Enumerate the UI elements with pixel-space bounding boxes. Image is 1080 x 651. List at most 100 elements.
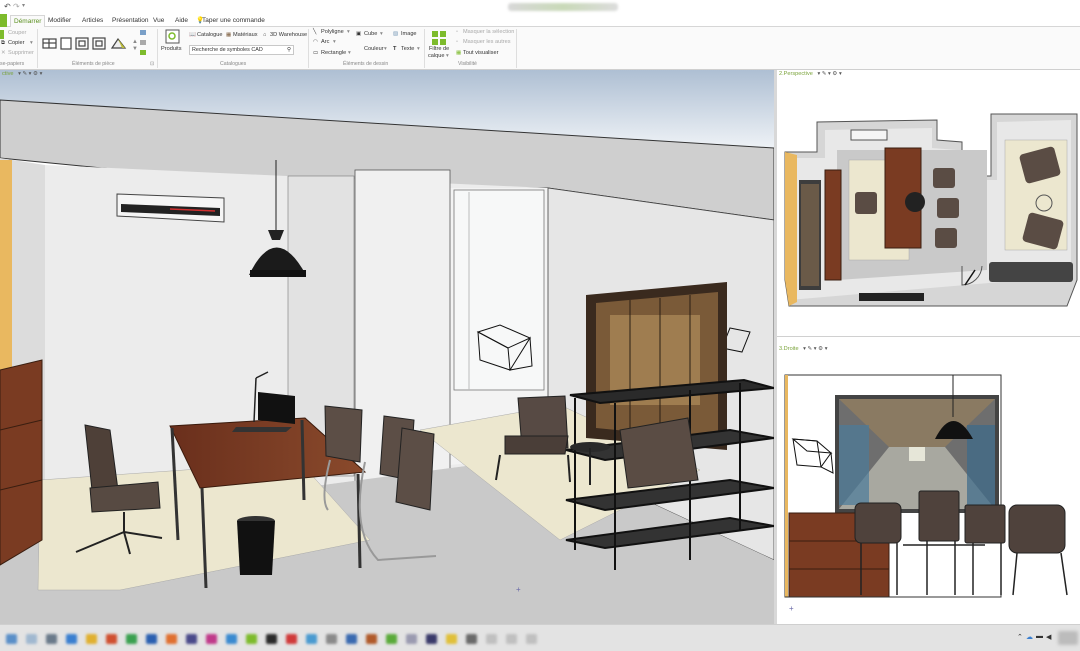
perspective-viewport[interactable]: 2.Perspective ▾ ✎ ▾ ⚙ ▾	[777, 70, 1080, 336]
image-button[interactable]: Image	[401, 31, 417, 37]
roof-icon	[110, 37, 127, 49]
undo-icon[interactable]: ↶	[4, 2, 11, 11]
viewport-menu-icon[interactable]: ▾ ✎ ▾ ⚙ ▾	[803, 346, 827, 352]
layer-filter-icon[interactable]	[431, 30, 447, 46]
app-icon[interactable]	[446, 634, 457, 644]
dialog-launcher-icon[interactable]: ⊡	[150, 61, 154, 67]
tab-articles[interactable]: Articles	[79, 15, 106, 27]
products-icon[interactable]	[164, 29, 182, 45]
network-icon[interactable]: ▬	[1036, 633, 1043, 640]
app-icon[interactable]	[106, 634, 117, 644]
tray-chevron-icon[interactable]: ⌃	[1017, 633, 1023, 641]
app-icon[interactable]	[206, 634, 217, 644]
glass-door	[453, 189, 545, 391]
tab-presentation[interactable]: Présentation	[109, 15, 152, 27]
start-icon[interactable]	[6, 634, 17, 644]
app-icon[interactable]	[286, 634, 297, 644]
tab-modifier[interactable]: Modifier	[45, 15, 74, 27]
app-icon[interactable]	[526, 634, 537, 644]
app-icon[interactable]	[166, 634, 177, 644]
app-icon[interactable]	[346, 634, 357, 644]
app-icon[interactable]	[226, 634, 237, 644]
room-elements-gallery[interactable]: ▲ ▼	[40, 35, 140, 53]
polyline-dropdown-icon[interactable]: ▾	[347, 29, 350, 35]
text-dropdown-icon[interactable]: ▾	[417, 46, 420, 52]
top-view-render	[777, 80, 1080, 336]
hide-others-button[interactable]: Masquer les autres	[463, 39, 511, 45]
tab-aide[interactable]: Aide	[172, 15, 191, 27]
volume-icon[interactable]: ◀	[1046, 633, 1051, 641]
color-button[interactable]: Couleur	[364, 46, 384, 52]
polyline-button[interactable]: Polyligne	[321, 29, 344, 35]
delete-button[interactable]: Supprimer	[8, 50, 34, 56]
image-icon: ▨	[393, 31, 399, 37]
app-icon[interactable]	[66, 634, 77, 644]
layer-filter-label[interactable]: calque	[428, 53, 444, 59]
plan-chair	[855, 192, 877, 214]
viewport-label-main[interactable]: ctive	[2, 71, 14, 77]
task-view-icon[interactable]	[46, 634, 57, 644]
app-icon[interactable]	[466, 634, 477, 644]
viewport-label-perspective[interactable]: 2.Perspective	[779, 71, 813, 77]
right-elevation-viewport[interactable]: 3.Droite ▾ ✎ ▾ ⚙ ▾ +	[777, 345, 1080, 624]
quick-access-dropdown-icon[interactable]: ▾	[22, 2, 25, 9]
tray-app-icon[interactable]: ☁	[1026, 633, 1033, 641]
arc-dropdown-icon[interactable]: ▾	[333, 39, 336, 45]
app-icon[interactable]	[426, 634, 437, 644]
cube-dropdown-icon[interactable]: ▾	[380, 31, 383, 37]
tab-vue[interactable]: Vue	[150, 15, 167, 27]
copy-button[interactable]: Copier	[8, 40, 24, 46]
small-tools-icons[interactable]	[137, 29, 157, 59]
3d-warehouse-button[interactable]: 3D Warehouse	[270, 32, 307, 38]
folder-icon[interactable]	[86, 634, 97, 644]
redo-icon[interactable]: ↷	[13, 2, 20, 11]
cad-symbol-search-input[interactable]: Recherche de symboles CAD ⚲	[189, 45, 294, 55]
catalogue-button[interactable]: Catalogue	[197, 32, 223, 38]
main-3d-viewport[interactable]: + ctive ▾ ✎ ▾ ⚙ ▾	[0, 70, 774, 624]
text-button[interactable]: Texte	[401, 46, 414, 52]
rectangle-dropdown-icon[interactable]: ▾	[348, 50, 351, 56]
app-icon[interactable]	[406, 634, 417, 644]
viewport-splitter-horizontal[interactable]	[777, 336, 1080, 345]
arc-button[interactable]: Arc	[321, 39, 329, 45]
app-icon[interactable]	[186, 634, 197, 644]
search-icon[interactable]: ⚲	[287, 46, 291, 54]
app-icon[interactable]	[306, 634, 317, 644]
viewport-header-main: ctive ▾ ✎ ▾ ⚙ ▾	[0, 70, 42, 80]
app-icon[interactable]	[366, 634, 377, 644]
paste-icon[interactable]	[0, 30, 4, 39]
clock[interactable]	[1058, 631, 1078, 645]
app-icon[interactable]	[326, 634, 337, 644]
materials-button[interactable]: Matériaux	[233, 32, 258, 38]
tell-me-input[interactable]: Taper une commande	[199, 15, 268, 27]
copy-dropdown-icon[interactable]: ▾	[30, 40, 33, 46]
window-frame-icon	[92, 37, 106, 50]
show-all-button[interactable]: Tout visualiser	[463, 50, 498, 56]
viewport-label-droite[interactable]: 3.Droite	[779, 346, 799, 352]
arc-icon: ◠	[313, 39, 318, 45]
viewport-menu-icon[interactable]: ▾ ✎ ▾ ⚙ ▾	[817, 71, 841, 77]
app-icon[interactable]	[126, 634, 137, 644]
tab-demarrer[interactable]: Démarrer	[10, 15, 46, 27]
door-icon	[60, 37, 72, 50]
app-icon[interactable]	[386, 634, 397, 644]
cut-button[interactable]: Couper	[8, 30, 26, 36]
search-icon[interactable]	[26, 634, 37, 644]
app-icon[interactable]	[486, 634, 497, 644]
app-icon[interactable]	[266, 634, 277, 644]
file-tab[interactable]	[0, 14, 7, 27]
products-button[interactable]: Produits	[161, 46, 182, 52]
separator	[157, 29, 158, 68]
plan-sideboard	[824, 169, 842, 281]
app-icon[interactable]	[146, 634, 157, 644]
viewport-menu-icon[interactable]: ▾ ✎ ▾ ⚙ ▾	[18, 71, 42, 77]
cube-button[interactable]: Cube	[364, 31, 377, 37]
app-icon[interactable]	[506, 634, 517, 644]
app-icon[interactable]	[246, 634, 257, 644]
hide-selection-button[interactable]: Masquer la sélection	[463, 29, 514, 35]
rectangle-button[interactable]: Rectangle	[321, 50, 346, 56]
layer-filter-dropdown-icon[interactable]: ▾	[446, 53, 449, 59]
wall-icon	[42, 38, 57, 49]
color-dropdown-icon[interactable]: ▾	[384, 46, 387, 52]
layer-filter-button[interactable]: Filtre de	[429, 46, 449, 52]
